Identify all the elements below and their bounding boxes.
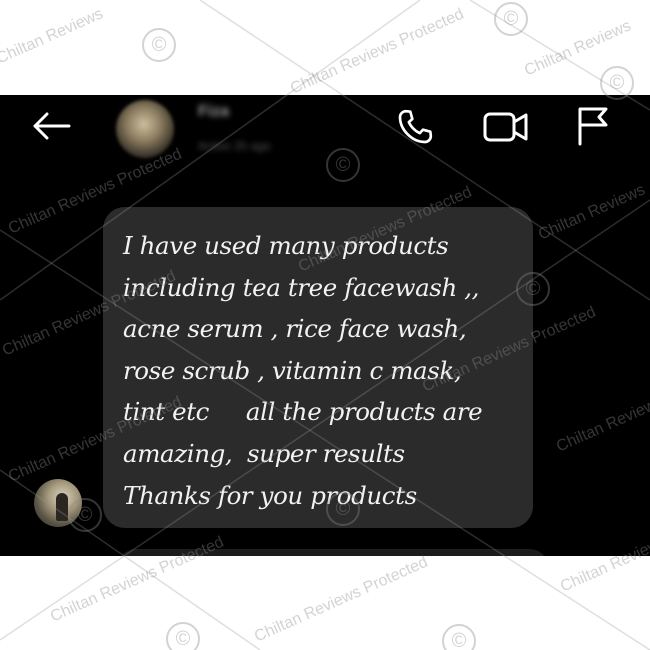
message-line: I have used many products <box>123 231 449 260</box>
message-line: amazing, super results <box>123 438 405 468</box>
copyright-watermark-icon: © <box>494 2 528 36</box>
contact-avatar[interactable] <box>116 100 174 158</box>
audio-call-button[interactable] <box>392 107 438 147</box>
report-button[interactable] <box>571 105 615 147</box>
message-line: including tea tree facewash ,, <box>123 272 479 302</box>
copyright-watermark-icon: © <box>142 28 176 62</box>
copyright-watermark-icon: © <box>442 624 476 650</box>
watermark-text: Chiltan Reviews <box>522 17 634 80</box>
message-line: acne serum , rice face wash, <box>123 314 467 344</box>
back-button[interactable] <box>28 109 74 143</box>
chat-header: Fiza Active 2h ago <box>0 95 650 165</box>
watermark-text: Chiltan Reviews Protected <box>252 553 431 646</box>
message-line: tint etc all the products are <box>123 397 483 427</box>
message-line: rose scrub , vitamin c mask, <box>123 355 462 385</box>
arrow-left-icon <box>33 112 71 140</box>
phone-icon <box>398 109 433 144</box>
watermark-text: Chiltan Reviews Protected <box>288 5 467 98</box>
contact-status: Active 2h ago <box>198 139 271 153</box>
sender-avatar[interactable] <box>34 479 82 527</box>
copyright-watermark-icon: © <box>166 622 200 650</box>
video-call-button[interactable] <box>480 107 532 147</box>
next-message-bubble[interactable] <box>118 549 548 556</box>
watermark-text: Chiltan Reviews <box>0 5 106 68</box>
flag-icon <box>578 107 608 146</box>
contact-name[interactable]: Fiza <box>198 103 229 121</box>
received-message-bubble[interactable]: I have used many products including tea … <box>103 207 533 528</box>
message-line: Thanks for you products <box>123 480 417 510</box>
avatar-silhouette <box>56 493 68 521</box>
chat-screen: Fiza Active 2h ago I have used many prod… <box>0 95 650 556</box>
video-camera-icon <box>483 112 528 142</box>
